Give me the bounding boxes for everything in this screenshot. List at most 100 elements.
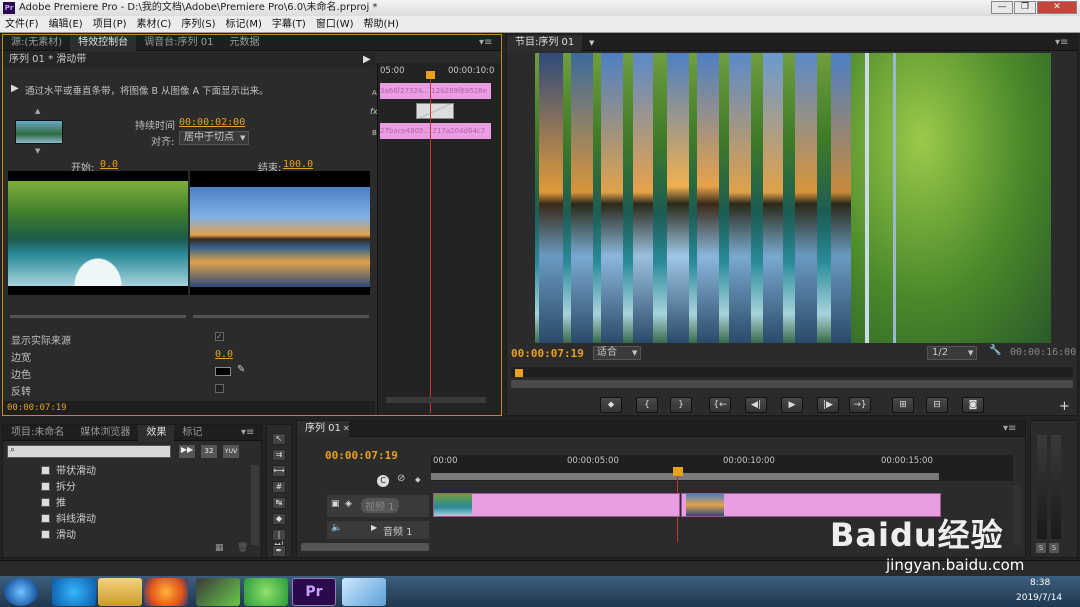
snap-icon[interactable]: C bbox=[377, 475, 389, 487]
effect-item[interactable]: 拆分 bbox=[41, 481, 76, 495]
close-button[interactable]: ✕ bbox=[1037, 1, 1077, 14]
menu-window[interactable]: 窗口(W) bbox=[311, 16, 359, 33]
menu-file[interactable]: 文件(F) bbox=[0, 16, 44, 33]
lift-button[interactable]: ⊞ bbox=[892, 397, 914, 413]
menu-help[interactable]: 帮助(H) bbox=[359, 16, 404, 33]
play-button[interactable]: ▶ bbox=[781, 397, 803, 413]
reverse-checkbox[interactable] bbox=[215, 384, 224, 393]
delete-icon[interactable]: 🗑 bbox=[237, 543, 248, 553]
mini-transition[interactable] bbox=[416, 103, 454, 119]
effect-controls-timecode[interactable]: 00:00:07:19 bbox=[7, 403, 67, 413]
program-tab-dropdown-icon[interactable]: ▼ bbox=[589, 35, 594, 51]
tab-source[interactable]: 源:(无素材) bbox=[3, 35, 70, 51]
menu-sequence[interactable]: 序列(S) bbox=[176, 16, 220, 33]
program-timecode[interactable]: 00:00:07:19 bbox=[511, 347, 584, 360]
mini-clip-b[interactable]: 27bace4805... 217a204d64c7 bbox=[380, 123, 491, 139]
effect-item[interactable]: 滑动 bbox=[41, 529, 76, 543]
program-panel-menu-icon[interactable]: ▾≡ bbox=[1055, 37, 1068, 48]
project-panel-menu-icon[interactable]: ▾≡ bbox=[241, 427, 254, 438]
panel-menu-icon[interactable]: ▾≡ bbox=[479, 37, 492, 48]
effects-scrollbar[interactable] bbox=[251, 465, 259, 545]
linked-selection-icon[interactable]: ⊘ bbox=[397, 473, 405, 484]
mark-out-button[interactable]: } bbox=[670, 397, 692, 413]
minimize-button[interactable]: — bbox=[991, 1, 1013, 14]
selection-tool-icon[interactable]: ↖ bbox=[272, 433, 286, 445]
tab-markers[interactable]: 标记 bbox=[174, 425, 210, 441]
tab-effect-controls[interactable]: 特效控制台 bbox=[70, 35, 137, 51]
go-to-out-button[interactable]: →} bbox=[849, 397, 871, 413]
go-to-in-button[interactable]: {← bbox=[709, 397, 731, 413]
fit-dropdown[interactable]: 适合 ▼ bbox=[593, 346, 641, 360]
track-select-tool-icon[interactable]: ⇉ bbox=[272, 449, 286, 461]
end-slider[interactable] bbox=[193, 315, 369, 318]
firefox-icon[interactable] bbox=[144, 578, 188, 606]
add-button-icon[interactable]: + bbox=[1059, 399, 1070, 414]
mark-in-button[interactable]: { bbox=[636, 397, 658, 413]
work-area-bar[interactable] bbox=[431, 473, 939, 480]
32bit-effects-icon[interactable]: 32 bbox=[201, 445, 217, 458]
tab-sequence[interactable]: 序列 01 bbox=[297, 421, 349, 437]
program-ruler[interactable] bbox=[511, 367, 1073, 377]
step-forward-button[interactable]: |▶ bbox=[817, 397, 839, 413]
step-back-button[interactable]: ◀| bbox=[745, 397, 767, 413]
maximize-button[interactable]: ❐ bbox=[1014, 1, 1036, 14]
thumbnail-down-arrow-icon[interactable]: ▼ bbox=[35, 147, 40, 155]
border-color-swatch[interactable] bbox=[215, 367, 231, 376]
tab-media-browser[interactable]: 媒体浏览器 bbox=[72, 425, 138, 441]
timeline-ruler[interactable]: 00:00 00:00:05:00 00:00:10:00 00:00:15:0… bbox=[431, 455, 1013, 481]
mini-scrollbar[interactable] bbox=[386, 397, 486, 403]
menu-title[interactable]: 字幕(T) bbox=[267, 16, 311, 33]
video-clip-a[interactable] bbox=[433, 493, 680, 517]
effect-item[interactable]: 斜线滑动 bbox=[41, 513, 96, 527]
tab-project[interactable]: 项目:未命名 bbox=[3, 425, 72, 441]
yuv-effects-icon[interactable]: YUV bbox=[223, 445, 239, 458]
show-source-checkbox[interactable]: ✓ bbox=[215, 332, 224, 341]
razor-tool-icon[interactable]: ◆ bbox=[272, 513, 286, 525]
rolling-edit-tool-icon[interactable]: # bbox=[272, 481, 286, 493]
end-value[interactable]: 100.0 bbox=[283, 159, 313, 170]
mini-playhead[interactable] bbox=[430, 73, 431, 413]
eyedropper-icon[interactable]: ✎ bbox=[237, 364, 245, 375]
timeline-playhead-icon[interactable] bbox=[673, 467, 683, 476]
tab-effects[interactable]: 效果 bbox=[138, 425, 175, 441]
start-button[interactable] bbox=[4, 578, 38, 606]
add-marker-icon[interactable]: ⬥ bbox=[415, 475, 421, 485]
taskbar-app-icon[interactable] bbox=[52, 578, 96, 606]
ripple-edit-tool-icon[interactable]: ⟷ bbox=[272, 465, 286, 477]
export-frame-button[interactable]: ◙ bbox=[962, 397, 984, 413]
rate-stretch-tool-icon[interactable]: ↹ bbox=[272, 497, 286, 509]
menu-marker[interactable]: 标记(M) bbox=[220, 16, 266, 33]
pen-tool-icon[interactable]: ✒ bbox=[272, 545, 286, 557]
add-marker-button[interactable]: ⬥ bbox=[600, 397, 622, 413]
premiere-taskbar-icon[interactable]: Pr bbox=[292, 578, 336, 606]
program-playhead-icon[interactable] bbox=[515, 369, 523, 377]
close-tab-icon[interactable]: ✕ bbox=[343, 421, 350, 437]
play-transition-icon[interactable]: ▶ bbox=[363, 52, 371, 68]
slip-tool-icon[interactable]: |↔| bbox=[272, 529, 286, 549]
mini-playhead-handle-icon[interactable] bbox=[426, 71, 435, 79]
new-bin-icon[interactable]: ▦ bbox=[215, 543, 224, 553]
menu-project[interactable]: 项目(P) bbox=[88, 16, 132, 33]
accelerated-effects-icon[interactable]: ▶▶ bbox=[179, 445, 195, 458]
lock-icon[interactable]: ◈ bbox=[345, 499, 352, 509]
tab-metadata[interactable]: 元数据 bbox=[221, 35, 267, 51]
notes-app-icon[interactable] bbox=[342, 578, 386, 606]
mini-clip-a[interactable]: 3a66f27324... 12b289f69528e bbox=[380, 83, 491, 99]
timeline-h-scrollbar[interactable] bbox=[301, 543, 429, 551]
media-app-icon[interactable] bbox=[196, 578, 240, 606]
align-dropdown[interactable]: 居中于切点 ▼ bbox=[179, 131, 249, 145]
thumbnail-up-arrow-icon[interactable]: ▲ bbox=[35, 107, 40, 115]
extract-button[interactable]: ⊟ bbox=[926, 397, 948, 413]
start-value[interactable]: 0.0 bbox=[100, 159, 118, 170]
duration-value[interactable]: 00:00:02:00 bbox=[179, 117, 245, 128]
timeline-panel-menu-icon[interactable]: ▾≡ bbox=[1003, 423, 1016, 434]
folder-icon[interactable] bbox=[98, 578, 142, 606]
tab-audio-mixer[interactable]: 调音台:序列 01 bbox=[136, 35, 221, 51]
program-scrollbar[interactable] bbox=[511, 380, 1073, 388]
menu-clip[interactable]: 素材(C) bbox=[132, 16, 177, 33]
effect-item[interactable]: 推 bbox=[41, 497, 66, 511]
start-slider[interactable] bbox=[10, 315, 186, 318]
resolution-dropdown[interactable]: 1/2 ▼ bbox=[927, 346, 977, 360]
effect-item[interactable]: 带状滑动 bbox=[41, 465, 96, 479]
eye-icon[interactable]: ▣ bbox=[331, 499, 340, 509]
